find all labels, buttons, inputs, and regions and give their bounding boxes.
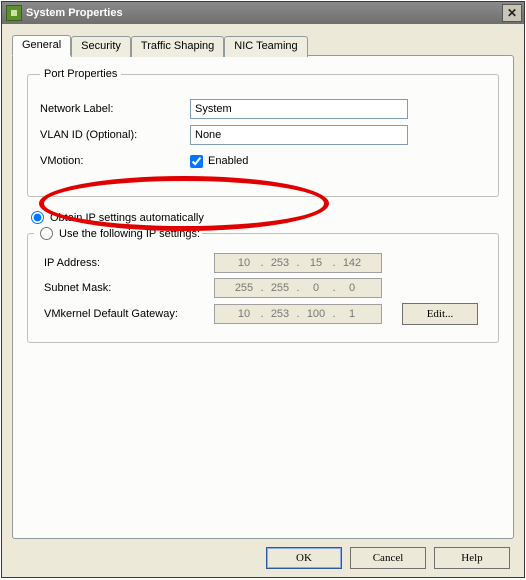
dialog-buttons: OK Cancel Help [12,539,514,569]
obtain-ip-radio[interactable] [31,211,44,224]
vlan-id-label: VLAN ID (Optional): [40,129,190,141]
static-ip-group: Use the following IP settings: IP Addres… [27,227,499,343]
tab-traffic-shaping[interactable]: Traffic Shaping [131,36,224,57]
window-title: System Properties [26,7,123,19]
help-button[interactable]: Help [434,547,510,569]
tab-security[interactable]: Security [71,36,131,57]
tab-pane-general: Port Properties Network Label: VLAN ID (… [12,55,514,539]
use-ip-radio[interactable] [40,227,53,240]
obtain-ip-label: Obtain IP settings automatically [50,212,204,224]
network-label-input[interactable] [190,99,408,119]
vmotion-checkbox[interactable] [190,155,203,168]
titlebar: System Properties ✕ [2,2,524,24]
use-ip-label: Use the following IP settings: [59,228,200,240]
port-properties-legend: Port Properties [40,68,121,80]
subnet-mask-label: Subnet Mask: [34,282,214,294]
client-area: General Security Traffic Shaping NIC Tea… [2,24,524,577]
dialog-window: System Properties ✕ General Security Tra… [1,1,525,578]
edit-gateway-button[interactable]: Edit... [402,303,478,325]
app-icon [6,5,22,21]
port-properties-group: Port Properties Network Label: VLAN ID (… [27,68,499,197]
ip-address-field: 10. 253. 15. 142 [214,253,382,273]
vmotion-label: VMotion: [40,155,190,167]
ok-button[interactable]: OK [266,547,342,569]
gateway-label: VMkernel Default Gateway: [34,308,214,320]
network-label-label: Network Label: [40,103,190,115]
tab-general[interactable]: General [12,35,71,56]
ip-address-label: IP Address: [34,257,214,269]
vmotion-enabled-label: Enabled [208,155,248,167]
tab-bar: General Security Traffic Shaping NIC Tea… [12,35,514,56]
tab-nic-teaming[interactable]: NIC Teaming [224,36,307,57]
close-icon[interactable]: ✕ [502,4,522,22]
vlan-id-input[interactable] [190,125,408,145]
subnet-mask-field: 255. 255. 0. 0 [214,278,382,298]
gateway-field: 10. 253. 100. 1 [214,304,382,324]
cancel-button[interactable]: Cancel [350,547,426,569]
